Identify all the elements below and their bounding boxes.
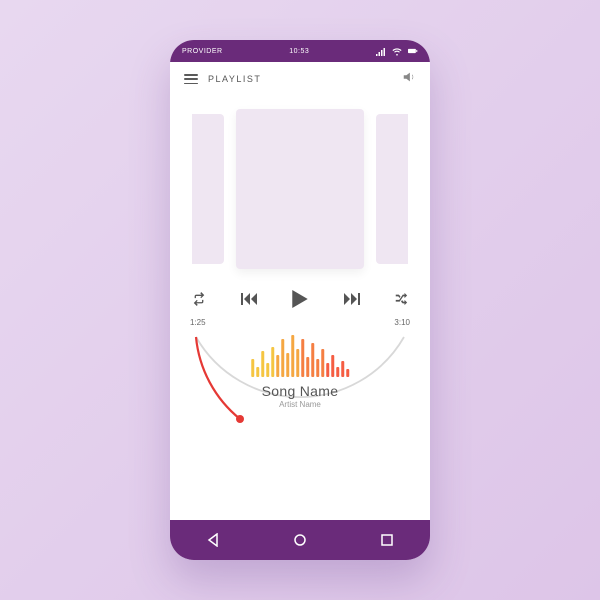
volume-button[interactable] [402,70,416,89]
nav-back[interactable] [193,520,233,560]
time-elapsed: 1:25 [190,318,206,327]
song-info: Song Name Artist Name [188,383,412,409]
eq-bar [281,339,284,377]
album-prev[interactable] [192,114,224,264]
eq-bar [331,355,334,377]
eq-bar [306,357,309,377]
shuffle-button[interactable] [394,292,408,306]
equalizer [251,335,349,377]
previous-button[interactable] [241,293,257,305]
eq-bar [271,347,274,377]
eq-bar [296,349,299,377]
eq-bar [346,369,349,377]
signal-icon [376,46,386,56]
eq-bar [326,363,329,377]
wifi-icon [392,46,402,56]
eq-bar [261,351,264,377]
android-navbar [170,520,430,560]
app-header: PLAYLIST [170,62,430,96]
provider-label: PROVIDER [182,48,223,55]
eq-bar [256,367,259,377]
eq-bar [301,339,304,377]
eq-bar [266,363,269,377]
clock: 10:53 [289,48,309,55]
player-controls [170,276,430,314]
phone-frame: PROVIDER 10:53 PLAYLIST [170,40,430,560]
status-icons [376,46,418,56]
eq-bar [286,353,289,377]
progress-area: 1:25 3:10 Song Name Artist Name [170,314,430,520]
header-title: PLAYLIST [208,74,261,84]
album-next[interactable] [376,114,408,264]
eq-bar [336,367,339,377]
eq-bar [251,359,254,377]
next-button[interactable] [344,293,360,305]
repeat-button[interactable] [192,292,206,306]
progress-thumb[interactable] [236,415,244,423]
album-current[interactable] [236,109,364,269]
time-total: 3:10 [394,318,410,327]
play-button[interactable] [291,290,309,308]
nav-recent[interactable] [367,520,407,560]
album-carousel[interactable] [170,96,430,276]
nav-home[interactable] [280,520,320,560]
song-name: Song Name [188,383,412,399]
eq-bar [276,355,279,377]
menu-icon[interactable] [184,74,198,84]
eq-bar [291,335,294,377]
artist-name: Artist Name [188,400,412,409]
battery-icon [408,46,418,56]
eq-bar [341,361,344,377]
eq-bar [321,349,324,377]
eq-bar [316,359,319,377]
status-bar: PROVIDER 10:53 [170,40,430,62]
eq-bar [311,343,314,377]
